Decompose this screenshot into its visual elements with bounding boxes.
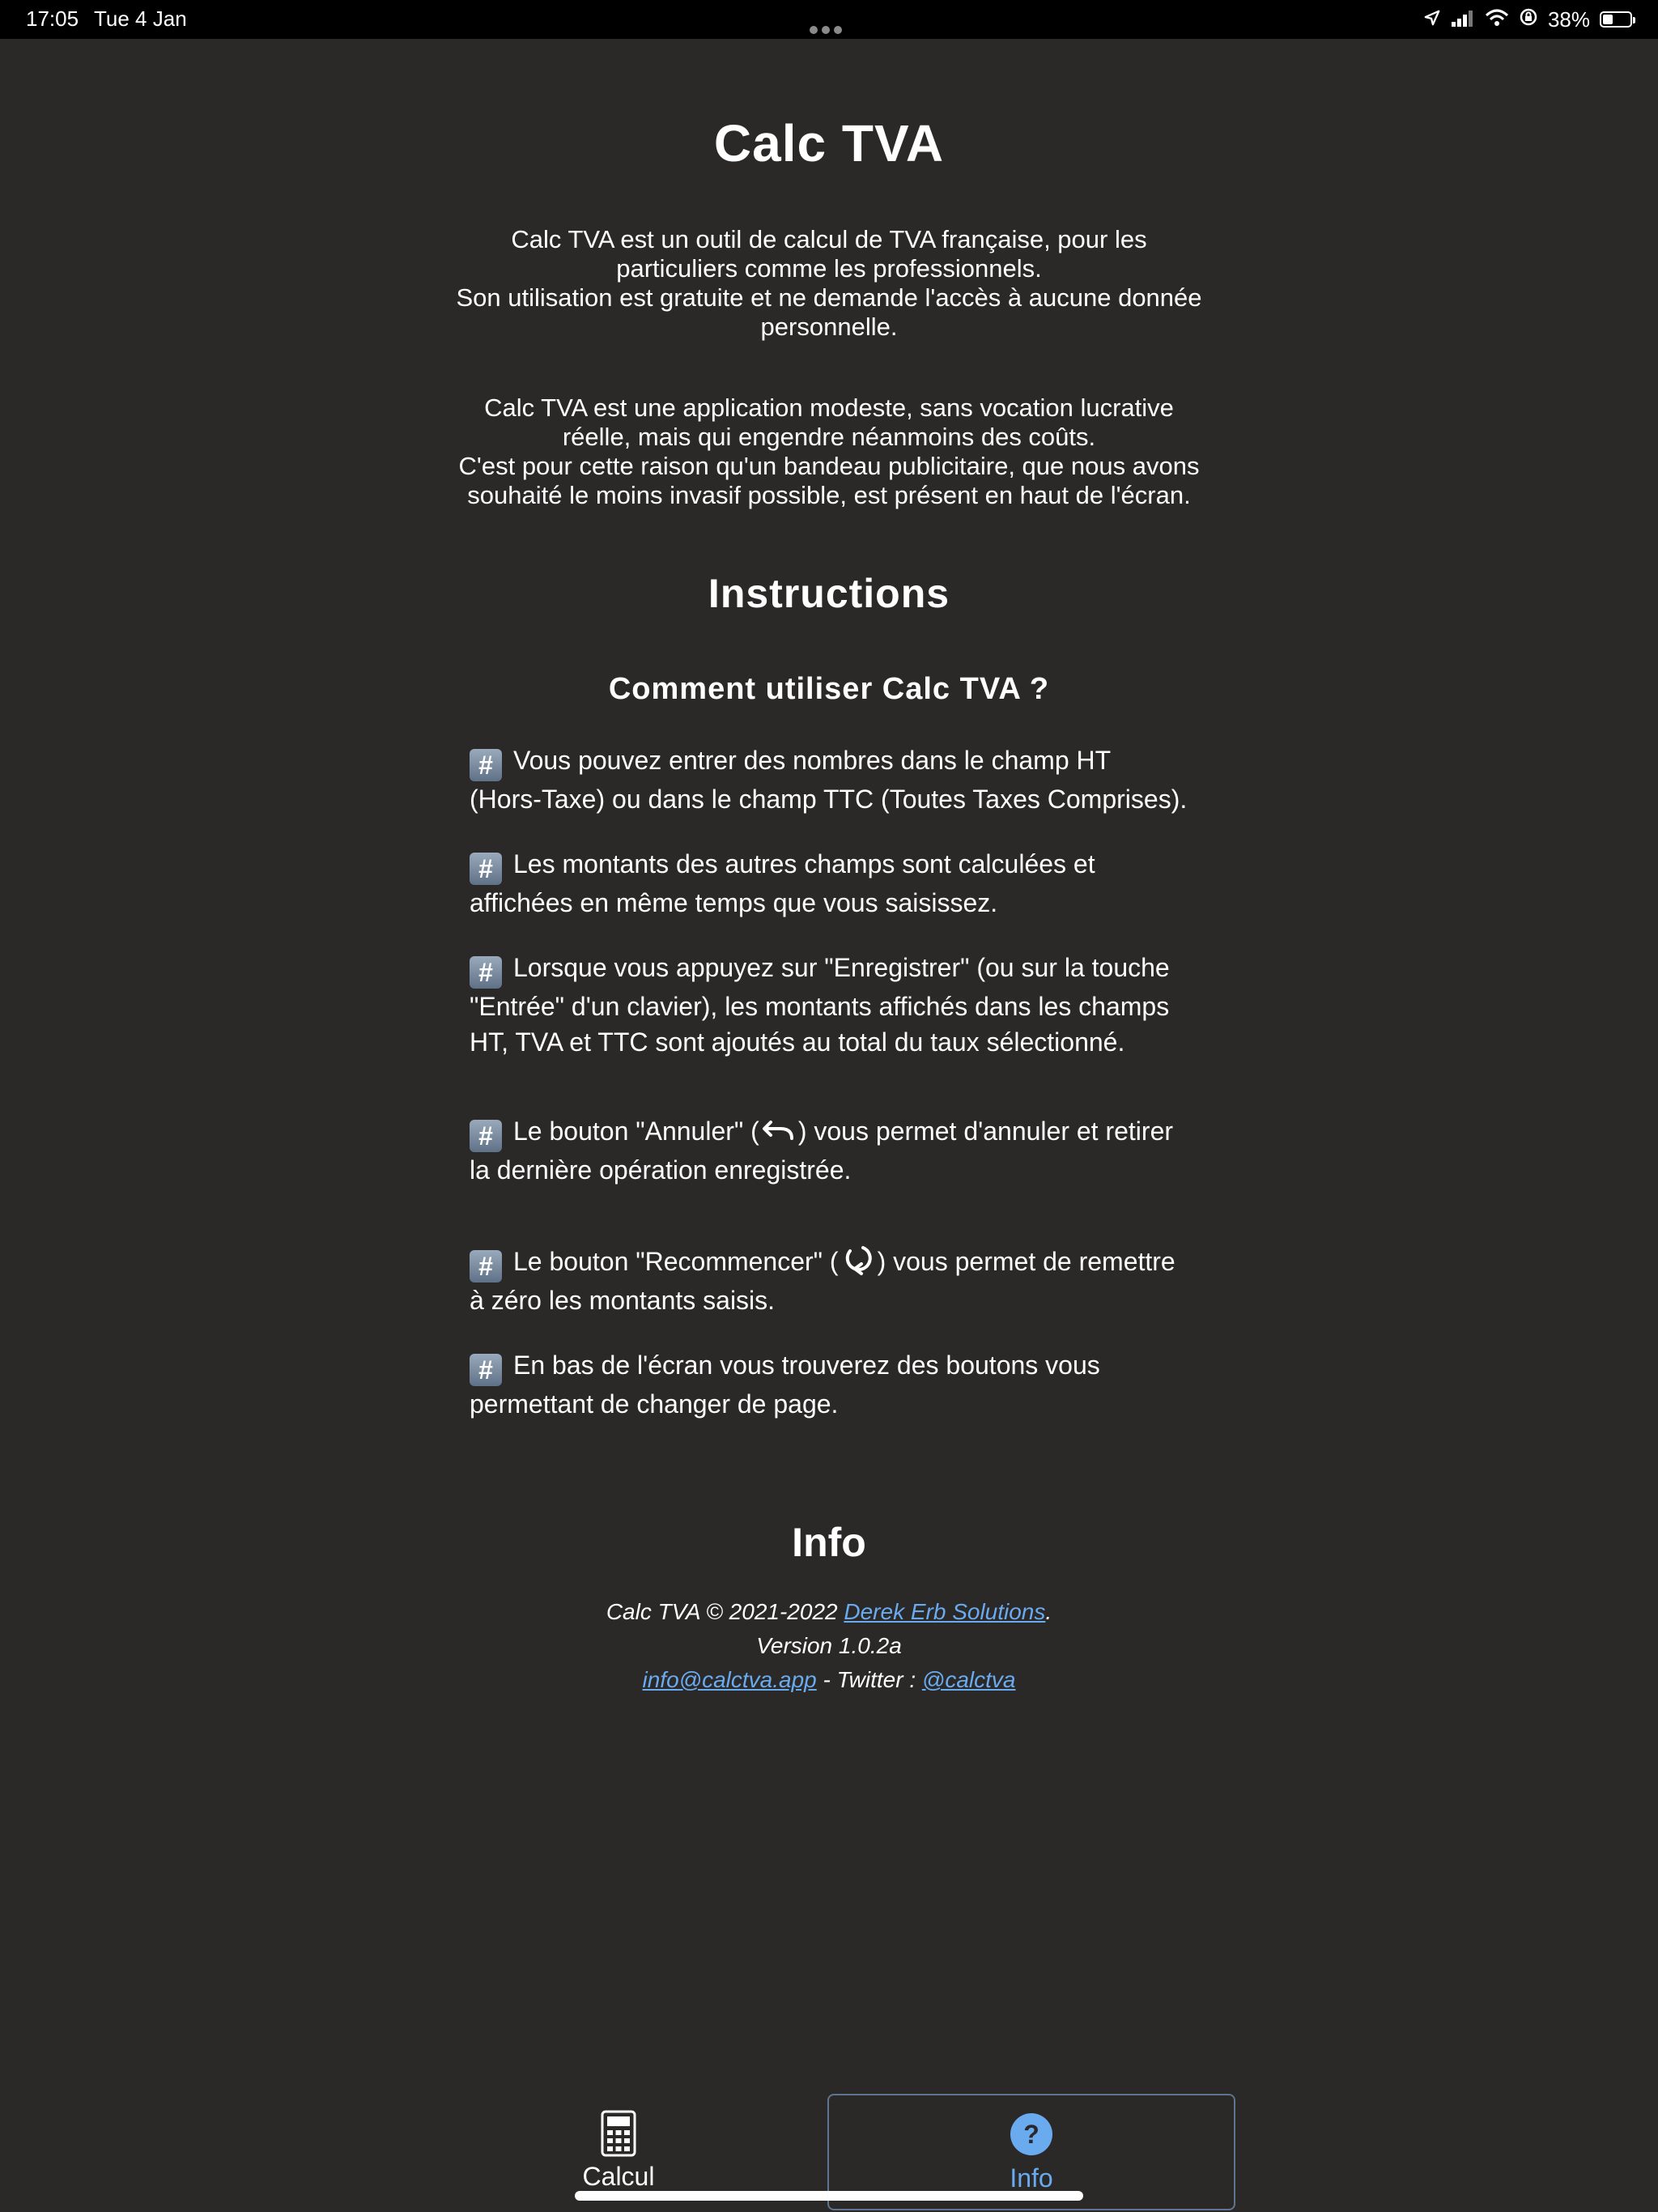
status-date: Tue 4 Jan xyxy=(94,6,187,31)
twitter-prefix: - Twitter : xyxy=(816,1667,922,1692)
hash-keycap-icon: # xyxy=(470,853,502,885)
instructions-subheading: Comment utiliser Calc TVA ? xyxy=(608,672,1050,706)
instructions-list: # Vous pouvez entrer des nombres dans le … xyxy=(453,742,1205,1422)
instruction-item: # Vous pouvez entrer des nombres dans le … xyxy=(470,742,1188,817)
instruction-text: Le bouton "Annuler" ( xyxy=(513,1117,759,1146)
intro-text: Son utilisation est gratuite et ne deman… xyxy=(456,283,1202,341)
svg-text:?: ? xyxy=(1023,2120,1039,2149)
location-icon xyxy=(1423,7,1441,32)
instruction-text: Les montants des autres champs sont calc… xyxy=(470,849,1095,917)
intro-text: C'est pour cette raison qu'un bandeau pu… xyxy=(458,452,1200,509)
version-line: Version 1.0.2a xyxy=(756,1633,902,1658)
rotation-lock-icon xyxy=(1519,7,1538,32)
calculator-icon xyxy=(414,2110,823,2159)
home-indicator[interactable] xyxy=(575,2191,1083,2201)
wifi-icon xyxy=(1485,7,1509,32)
page-title: Calc TVA xyxy=(713,114,945,172)
instruction-item: # Les montants des autres champs sont cal… xyxy=(470,846,1188,921)
intro-paragraph-1: Calc TVA est un outil de calcul de TVA f… xyxy=(453,225,1205,342)
battery-percent: 38% xyxy=(1547,6,1590,32)
status-icons: 38% xyxy=(1423,5,1635,34)
undo-icon xyxy=(759,1114,798,1150)
instruction-item: # En bas de l'écran vous trouverez des bo… xyxy=(470,1347,1188,1422)
help-circle-icon: ? xyxy=(829,2112,1234,2160)
hash-keycap-icon: # xyxy=(470,749,502,781)
email-link[interactable]: info@calctva.app xyxy=(643,1667,817,1692)
info-section: Info Calc TVA © 2021-2022 Derek Erb Solu… xyxy=(453,1519,1205,1697)
instruction-item: # Le bouton "Annuler" () vous permet d'an… xyxy=(470,1113,1188,1188)
intro-paragraph-2: Calc TVA est une application modeste, sa… xyxy=(453,393,1205,510)
instruction-item: # Le bouton "Recommencer" () vous permet … xyxy=(470,1241,1188,1318)
info-page-content: Calc TVA Calc TVA est un outil de calcul… xyxy=(453,113,1205,1697)
copyright-line: Calc TVA © 2021-2022 Derek Erb Solutions… xyxy=(453,1595,1205,1629)
battery-icon xyxy=(1600,11,1635,28)
instruction-item: # Lorsque vous appuyez sur "Enregistrer" … xyxy=(470,950,1188,1060)
status-bar: 17:05 Tue 4 Jan 38% xyxy=(0,0,1658,39)
intro-text: Calc TVA est une application modeste, sa… xyxy=(484,393,1174,451)
copyright-suffix: . xyxy=(1045,1599,1052,1624)
copyright-text: Calc TVA © 2021-2022 xyxy=(606,1599,844,1624)
contact-line: info@calctva.app - Twitter : @calctva xyxy=(453,1663,1205,1697)
hash-keycap-icon: # xyxy=(470,1120,502,1152)
instructions-heading: Instructions xyxy=(708,571,950,616)
multitasking-dots-icon[interactable] xyxy=(810,15,848,34)
intro-text: Calc TVA est un outil de calcul de TVA f… xyxy=(511,225,1147,283)
hash-keycap-icon: # xyxy=(470,1250,502,1283)
tab-label: Calcul xyxy=(582,2162,655,2191)
info-heading: Info xyxy=(792,1520,866,1565)
hash-keycap-icon: # xyxy=(470,956,502,989)
cellular-signal-icon xyxy=(1451,7,1475,32)
instruction-text: Vous pouvez entrer des nombres dans le c… xyxy=(470,746,1188,814)
restart-icon xyxy=(839,1241,878,1277)
twitter-link[interactable]: @calctva xyxy=(922,1667,1016,1692)
instruction-text: Lorsque vous appuyez sur "Enregistrer" (… xyxy=(470,953,1170,1057)
tab-label: Info xyxy=(1010,2163,1053,2193)
hash-keycap-icon: # xyxy=(470,1354,502,1386)
info-lines: Calc TVA © 2021-2022 Derek Erb Solutions… xyxy=(453,1595,1205,1697)
status-time: 17:05 xyxy=(26,6,79,31)
instruction-text: En bas de l'écran vous trouverez des bou… xyxy=(470,1351,1100,1419)
instruction-text: Le bouton "Recommencer" ( xyxy=(513,1247,839,1276)
company-link[interactable]: Derek Erb Solutions xyxy=(844,1599,1045,1624)
